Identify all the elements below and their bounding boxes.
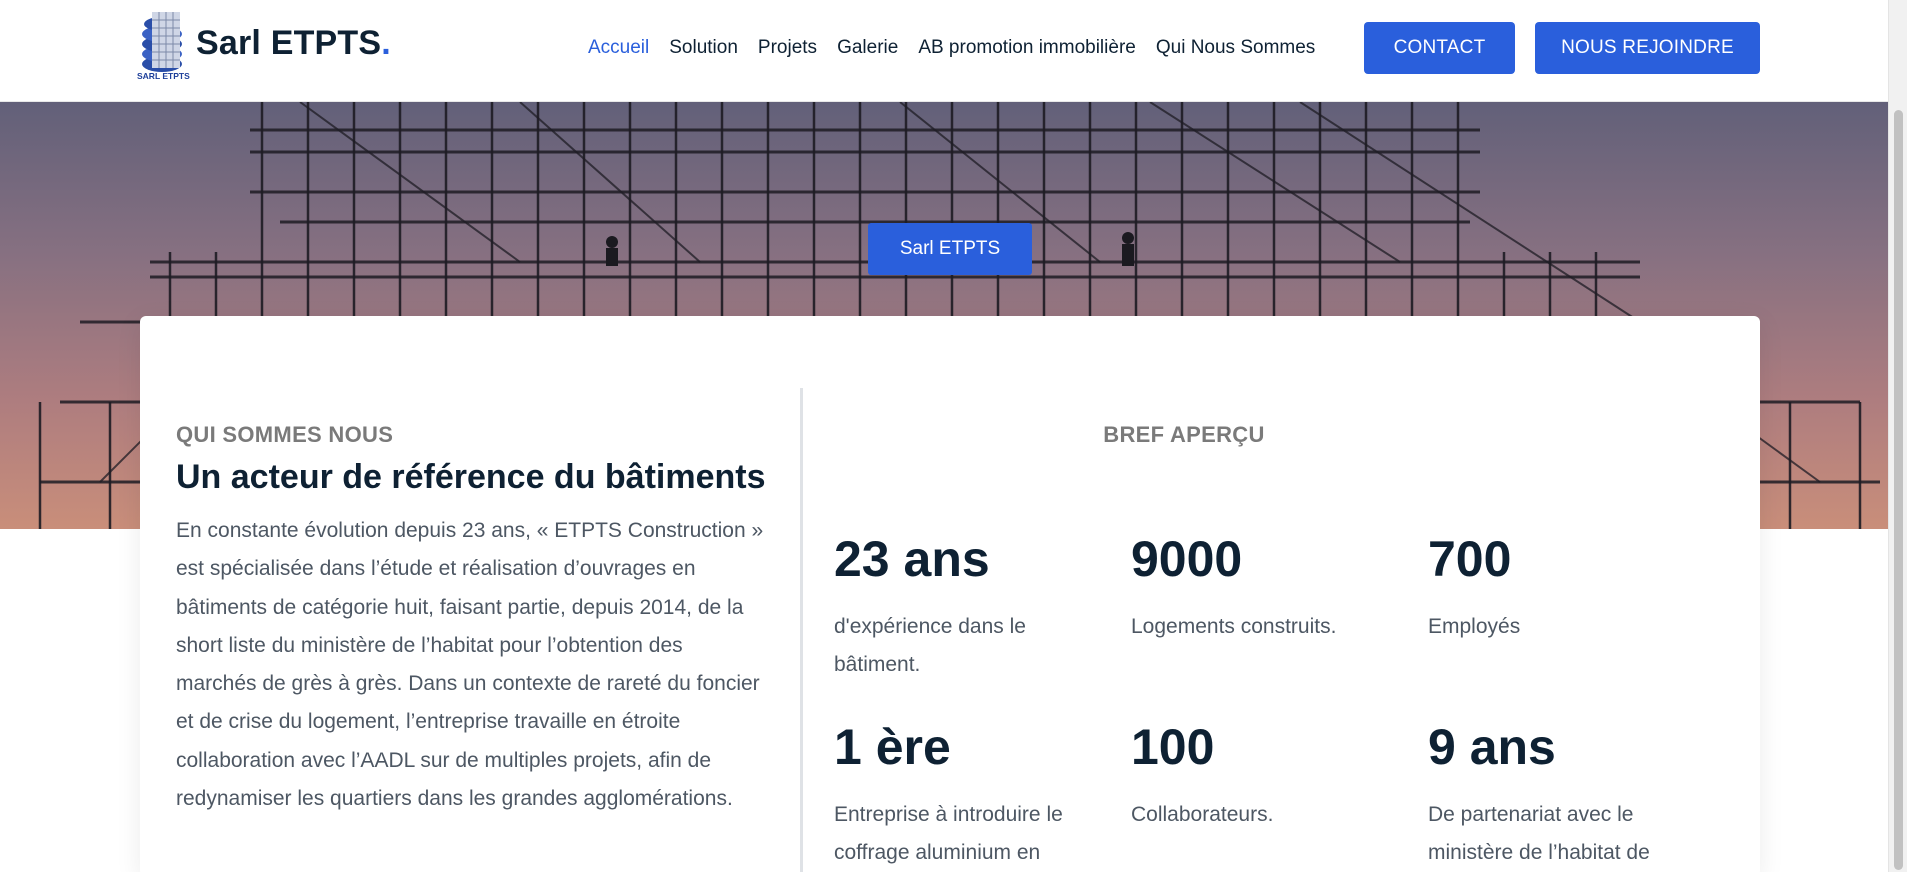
nav-galerie[interactable]: Galerie (837, 37, 898, 59)
stat-number: 23 ans (834, 531, 990, 587)
about-title: Un acteur de référence du bâtiments (176, 458, 766, 496)
company-logo[interactable]: SARL ETPTS (136, 8, 194, 84)
hero-badge[interactable]: Sarl ETPTS (868, 223, 1032, 275)
stat-first: 1 ère Entreprise à introduire le coffrag… (834, 722, 1104, 872)
about-kicker: QUI SOMMES NOUS (176, 422, 394, 447)
stat-experience: 23 ans d'expérience dans le bâtiment. (834, 534, 1104, 684)
stat-label: Employés (1428, 615, 1521, 638)
join-button[interactable]: NOUS REJOINDRE (1535, 22, 1760, 74)
stat-employees: 700 Employés (1428, 534, 1698, 646)
brand-name[interactable]: Sarl ETPTS. (196, 24, 391, 63)
nav-ab-promotion[interactable]: AB promotion immobilière (918, 37, 1136, 59)
logo-text: SARL ETPTS (137, 71, 190, 81)
nav-qui-nous-sommes[interactable]: Qui Nous Sommes (1156, 37, 1315, 59)
site-header: SARL ETPTS Sarl ETPTS. Accueil Solution … (0, 0, 1888, 102)
main-nav: Accueil Solution Projets Galerie AB prom… (588, 37, 1335, 59)
stat-number: 9000 (1131, 531, 1243, 587)
stat-label: Entreprise à introduire le coffrage alum… (834, 803, 1063, 864)
stat-number: 1 ère (834, 719, 951, 775)
brand-dot: . (381, 24, 391, 62)
stat-number: 100 (1131, 719, 1215, 775)
stat-housing: 9000 Logements construits. (1131, 534, 1401, 646)
nav-solution[interactable]: Solution (669, 37, 738, 59)
contact-button[interactable]: CONTACT (1364, 22, 1515, 74)
stat-label: d'expérience dans le bâtiment. (834, 615, 1026, 676)
page-scrollbar[interactable] (1888, 0, 1907, 872)
stat-collaborators: 100 Collaborateurs. (1131, 722, 1401, 834)
nav-accueil[interactable]: Accueil (588, 37, 649, 59)
stat-number: 700 (1428, 531, 1512, 587)
stat-label: Logements construits. (1131, 615, 1337, 638)
overview-title: BREF APERÇU (1103, 422, 1265, 447)
brand-text: Sarl ETPTS (196, 24, 382, 62)
scrollbar-thumb[interactable] (1894, 110, 1903, 870)
nav-projets[interactable]: Projets (758, 37, 817, 59)
about-card: QUI SOMMES NOUS Un acteur de référence d… (140, 316, 1760, 872)
stat-label: Collaborateurs. (1131, 803, 1274, 826)
column-divider (800, 388, 803, 872)
stat-partnership: 9 ans De partenariat avec le ministère d… (1428, 722, 1698, 872)
stat-number: 9 ans (1428, 719, 1556, 775)
stat-label: De partenariat avec le ministère de l’ha… (1428, 803, 1650, 864)
about-paragraph: En constante évolution depuis 23 ans, « … (176, 519, 764, 811)
